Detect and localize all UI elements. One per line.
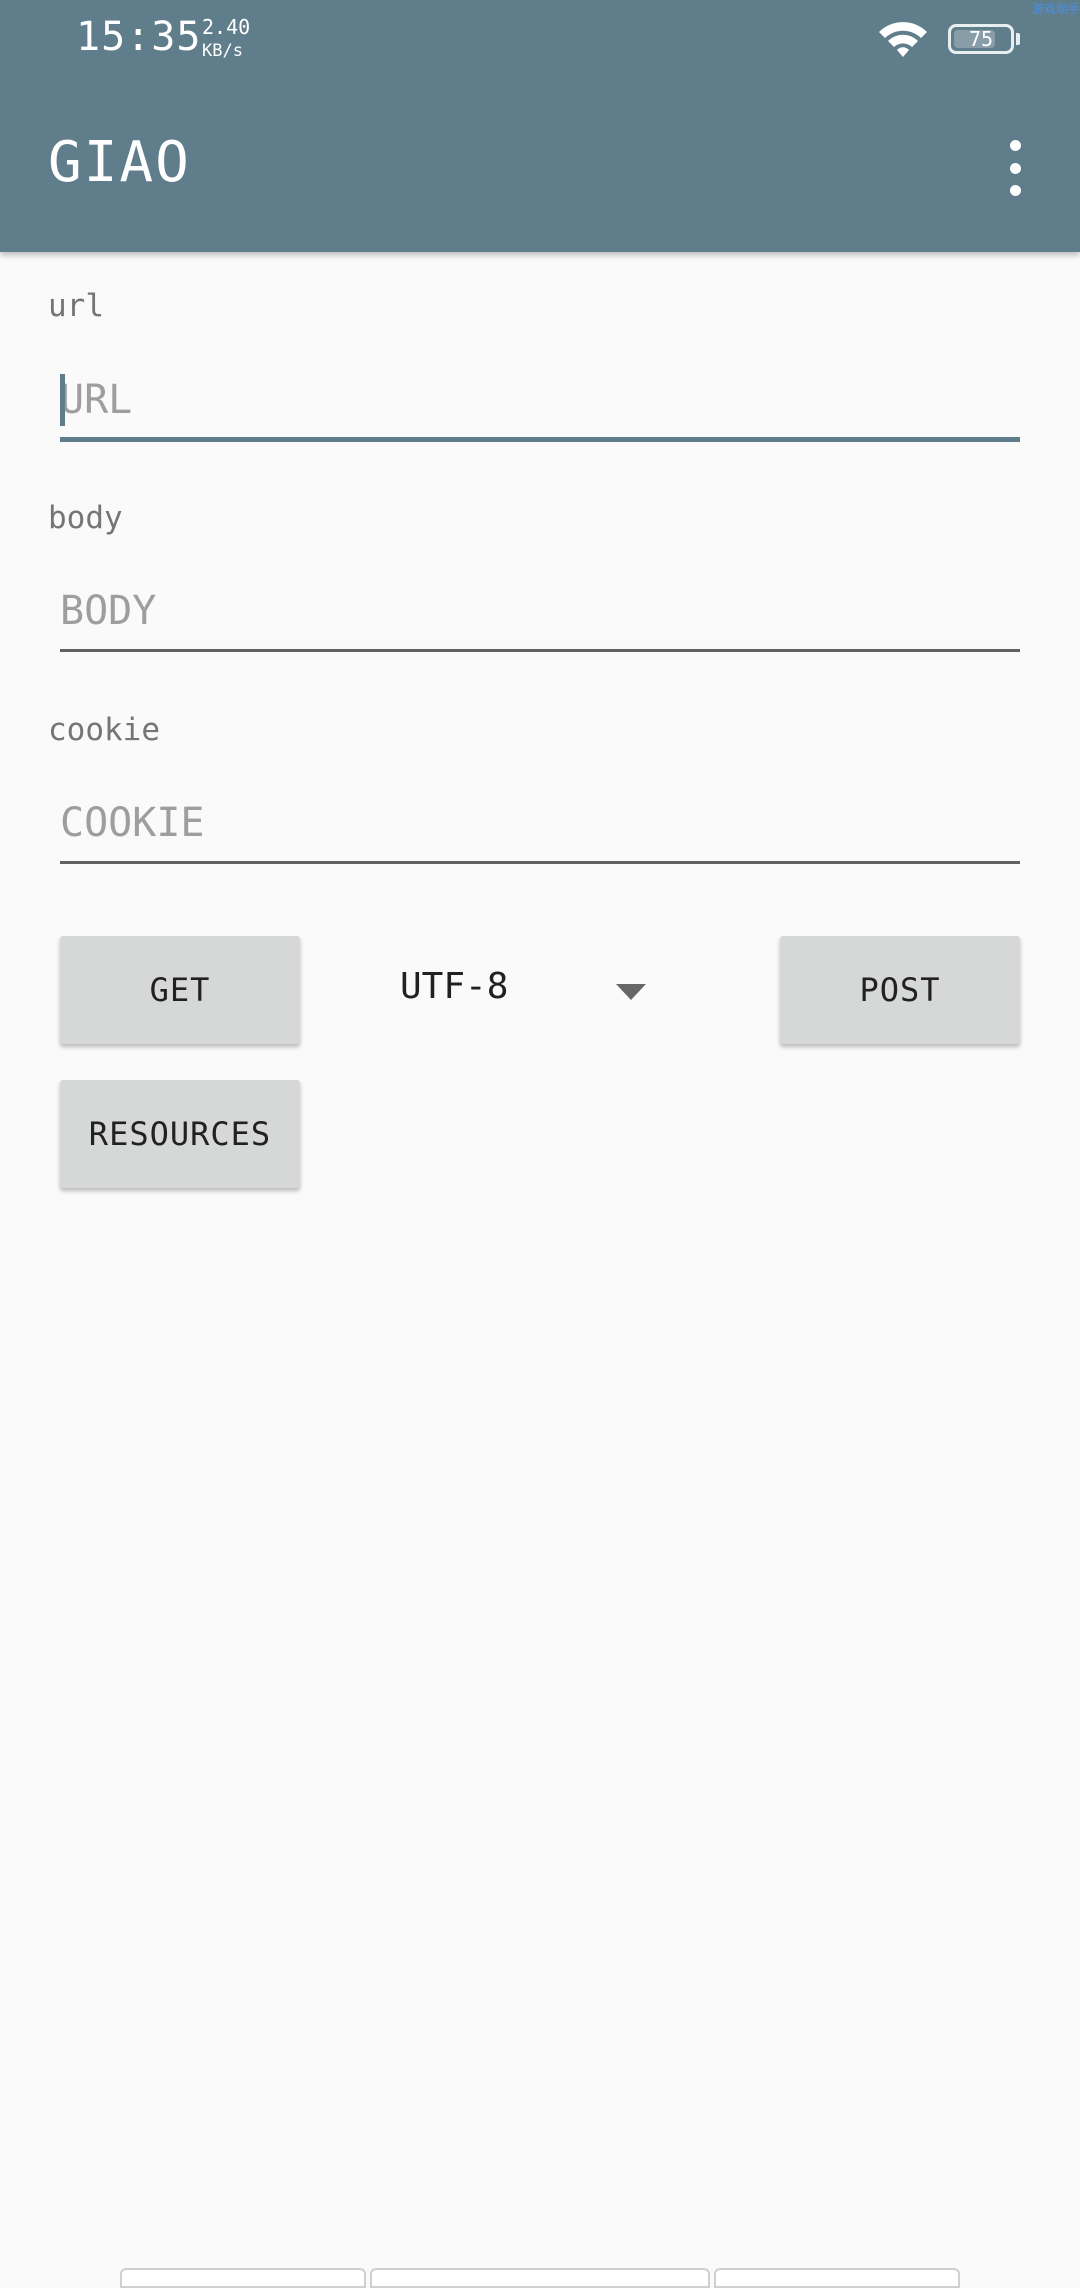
network-speed: 2.40 KB/s	[202, 16, 250, 61]
url-input[interactable]	[60, 362, 1020, 437]
charset-selected-value: UTF-8	[400, 966, 509, 1007]
resources-button[interactable]: RESOURCES	[60, 1080, 300, 1188]
corner-overlay-label[interactable]: 游戏助手	[1032, 0, 1080, 17]
battery-icon: 75	[948, 24, 1014, 54]
network-speed-value: 2.40	[202, 15, 251, 39]
bottom-tab[interactable]	[120, 2268, 366, 2288]
cookie-label: cookie	[48, 712, 160, 748]
body-field	[60, 572, 1020, 652]
network-speed-unit: KB/s	[202, 41, 243, 61]
text-cursor	[60, 374, 65, 426]
app-title: GIAO	[48, 130, 191, 195]
bottom-tab[interactable]	[714, 2268, 960, 2288]
cookie-input[interactable]	[60, 784, 1020, 861]
status-time: 15:35	[76, 14, 202, 60]
url-field	[60, 362, 1020, 442]
wifi-icon	[879, 22, 927, 57]
battery-level: 75	[968, 27, 994, 51]
bottom-edge-tabs	[120, 2268, 960, 2288]
more-vert-icon[interactable]	[1000, 140, 1030, 196]
app-bar: 15:35 2.40 KB/s 75 游戏助手 GIAO	[0, 0, 1080, 252]
url-label: url	[48, 288, 104, 324]
battery-tip	[1016, 33, 1020, 45]
get-button[interactable]: GET	[60, 936, 300, 1044]
cookie-field	[60, 784, 1020, 864]
bottom-tab[interactable]	[370, 2268, 710, 2288]
post-button[interactable]: POST	[780, 936, 1020, 1044]
charset-spinner[interactable]: UTF-8	[340, 936, 680, 1044]
dropdown-arrow-icon	[616, 984, 646, 1000]
body-input[interactable]	[60, 572, 1020, 649]
body-label: body	[48, 500, 123, 536]
